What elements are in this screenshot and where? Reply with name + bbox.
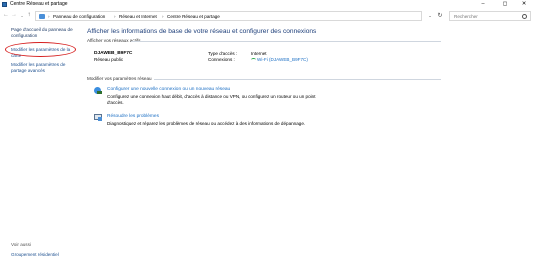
- highlight-annotation: [5, 42, 76, 57]
- breadcrumb-network-internet[interactable]: Réseau et Internet: [119, 13, 157, 20]
- chevron-down-icon[interactable]: ⌄: [426, 11, 434, 21]
- up-button[interactable]: ↑: [25, 11, 33, 20]
- search-placeholder: Rechercher: [454, 14, 478, 19]
- troubleshoot-icon: [94, 114, 102, 122]
- sidebar: Page d'accueil du panneau de configurati…: [0, 22, 80, 261]
- sidebar-item-advanced-sharing[interactable]: Modifier les paramètres de partage avanc…: [11, 62, 79, 74]
- search-icon: [522, 14, 527, 19]
- divider: [131, 41, 441, 42]
- control-panel-icon: [39, 14, 45, 19]
- see-also-label: Voir aussi: [11, 242, 31, 247]
- close-button[interactable]: ✕: [515, 0, 533, 9]
- breadcrumb-separator: ›: [114, 14, 116, 19]
- breadcrumb-separator: ›: [162, 14, 164, 19]
- divider: [154, 79, 441, 80]
- sidebar-item-homegroup[interactable]: Groupement résidentiel: [11, 252, 59, 258]
- wifi-connection-link[interactable]: Wi-Fi (DJAWEB_B9F7C): [257, 57, 308, 63]
- address-bar[interactable]: › Panneau de configuration › Réseau et I…: [35, 11, 422, 21]
- breadcrumb-network-sharing-center[interactable]: Centre Réseau et partage: [167, 13, 220, 20]
- maximize-button[interactable]: ◻: [496, 0, 514, 9]
- search-input[interactable]: Rechercher: [449, 11, 531, 21]
- connections-label: Connexions :: [208, 57, 235, 62]
- change-settings-label: Modifier vos paramètres réseau: [87, 76, 152, 81]
- wifi-icon: [251, 58, 256, 62]
- forward-button[interactable]: →: [10, 11, 18, 20]
- breadcrumb-control-panel[interactable]: Panneau de configuration: [53, 13, 105, 20]
- page-title: Afficher les informations de base de vot…: [87, 28, 317, 35]
- network-sharing-icon: [2, 2, 7, 7]
- new-connection-icon: [94, 87, 102, 95]
- minimize-button[interactable]: –: [474, 0, 492, 9]
- network-profile: Réseau public: [94, 57, 124, 62]
- troubleshoot-link[interactable]: Résoudre les problèmes: [107, 114, 159, 120]
- title-bar: Centre Réseau et partage – ◻ ✕: [0, 0, 533, 10]
- window-title: Centre Réseau et partage: [10, 1, 68, 7]
- refresh-icon[interactable]: ↻: [436, 11, 444, 21]
- setup-new-connection-description: Configurez une connexion haut débit, d'a…: [107, 94, 316, 105]
- sidebar-item-control-panel-home[interactable]: Page d'accueil du panneau de configurati…: [11, 27, 79, 39]
- navigation-bar: ← → ⌄ ↑ › Panneau de configuration › Rés…: [0, 10, 533, 22]
- setup-new-connection-link[interactable]: Configurer une nouvelle connexion ou un …: [107, 87, 230, 93]
- breadcrumb-separator: ›: [48, 14, 50, 19]
- back-button[interactable]: ←: [2, 11, 10, 20]
- troubleshoot-description: Diagnostiquez et réparez les problèmes d…: [107, 121, 306, 126]
